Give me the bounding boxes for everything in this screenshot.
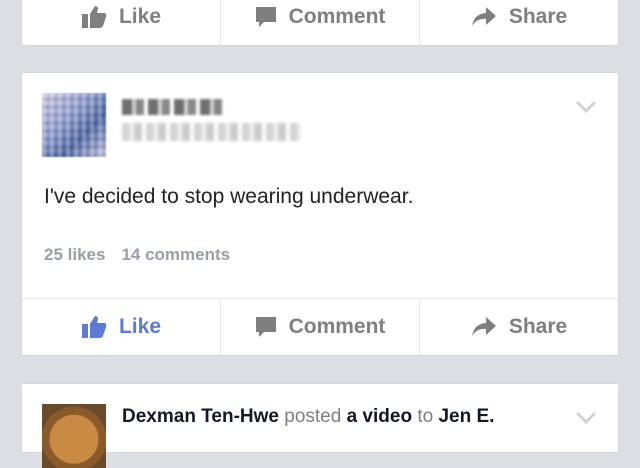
author-name-redacted[interactable]: [122, 99, 222, 115]
like-label: Like: [118, 5, 162, 28]
avatar[interactable]: [42, 404, 106, 468]
comment-label: Comment: [288, 315, 386, 338]
comment-icon: [255, 7, 276, 27]
share-label: Share: [508, 315, 568, 338]
share-button[interactable]: Share: [419, 299, 618, 355]
chevron-down-icon[interactable]: [576, 412, 596, 424]
author-name[interactable]: Dexman Ten-Hwe: [122, 406, 279, 427]
headline-preposition: to: [417, 406, 434, 427]
post-text: I've decided to stop wearing underwear.: [44, 185, 414, 208]
comment-button[interactable]: Comment: [220, 299, 419, 355]
likes-count[interactable]: 25 likes: [44, 245, 105, 264]
comment-button[interactable]: Comment: [220, 0, 419, 45]
thumbs-up-icon: [81, 6, 107, 28]
action-bar: Like Comment Share: [22, 298, 618, 355]
share-icon: [471, 317, 496, 336]
story-card-next: Dexman Ten-Hwe posted a video to Jen E.: [21, 383, 619, 468]
action-bar: Like Comment Share: [22, 0, 618, 45]
like-label: Like: [118, 315, 162, 338]
comment-label: Comment: [288, 5, 386, 28]
chevron-down-icon[interactable]: [576, 101, 596, 113]
story-card-previous: Like Comment Share: [21, 0, 619, 46]
comment-icon: [255, 317, 276, 337]
headline-verb: posted: [284, 406, 342, 427]
like-button[interactable]: Like: [22, 299, 220, 355]
story-card: I've decided to stop wearing underwear. …: [21, 72, 619, 356]
object-link[interactable]: a video: [347, 406, 412, 427]
post-stats: 25 likes 14 comments: [44, 245, 230, 265]
avatar[interactable]: [42, 93, 106, 157]
comments-count[interactable]: 14 comments: [121, 245, 230, 264]
share-button[interactable]: Share: [419, 0, 618, 45]
target-name[interactable]: Jen E.: [438, 406, 494, 427]
share-icon: [471, 7, 496, 26]
story-headline: Dexman Ten-Hwe posted a video to Jen E.: [122, 406, 494, 428]
share-label: Share: [508, 5, 568, 28]
like-button[interactable]: Like: [22, 0, 220, 45]
post-meta-redacted: [122, 123, 302, 141]
thumbs-up-icon: [81, 316, 107, 338]
